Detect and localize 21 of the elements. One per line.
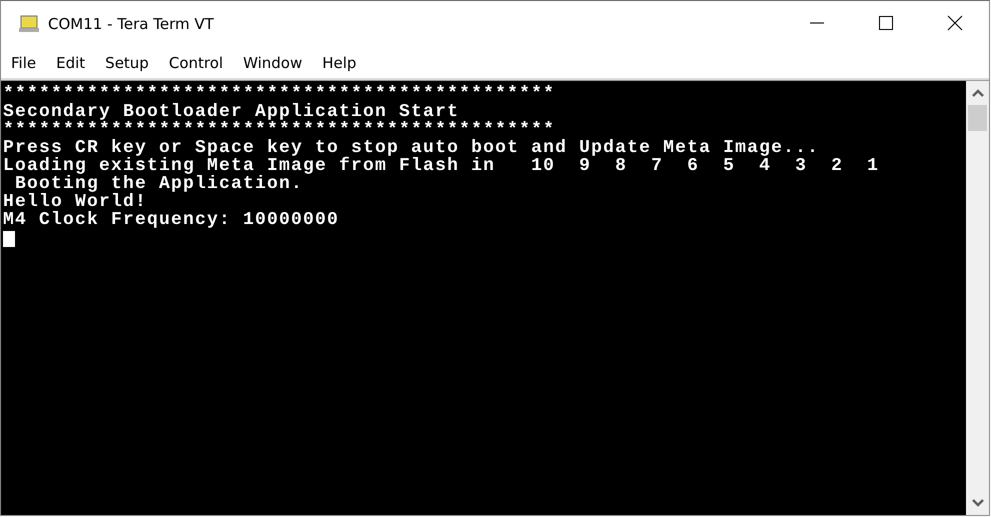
terminal-line: Loading existing Meta Image from Flash in 10 9 8 7 6 5 4 3 2 1 — [3, 157, 880, 175]
app-icon — [19, 15, 39, 33]
terminal-line: Secondary Bootloader Application Start — [3, 103, 460, 121]
close-icon[interactable] — [947, 15, 963, 31]
terminal-line: Press CR key or Space key to stop auto boot and Update Meta Image... — [3, 139, 820, 157]
menu-item[interactable]: Help — [322, 54, 356, 72]
terminal-line: Booting the Application. — [15, 175, 304, 193]
menu-item[interactable]: Window — [243, 54, 302, 72]
menu-item[interactable]: Control — [168, 54, 224, 72]
window-title: COM11 - Tera Term VT — [48, 15, 214, 33]
terminal-line: Hello World! — [3, 193, 148, 211]
maximize-icon[interactable] — [878, 15, 894, 31]
menu-item[interactable]: Setup — [105, 54, 149, 72]
scrollbar-thumb[interactable] — [968, 105, 987, 131]
terminal-line: ********************************************** — [3, 121, 556, 139]
terminal-line: M4 Clock Frequency: 10000000 — [3, 211, 340, 229]
text-cursor — [3, 231, 15, 247]
menu-item[interactable]: Edit — [56, 54, 86, 72]
menu-item[interactable]: File — [11, 54, 36, 72]
scrollbar[interactable] — [966, 81, 989, 515]
terminal-line: ********************************************** — [3, 85, 556, 103]
